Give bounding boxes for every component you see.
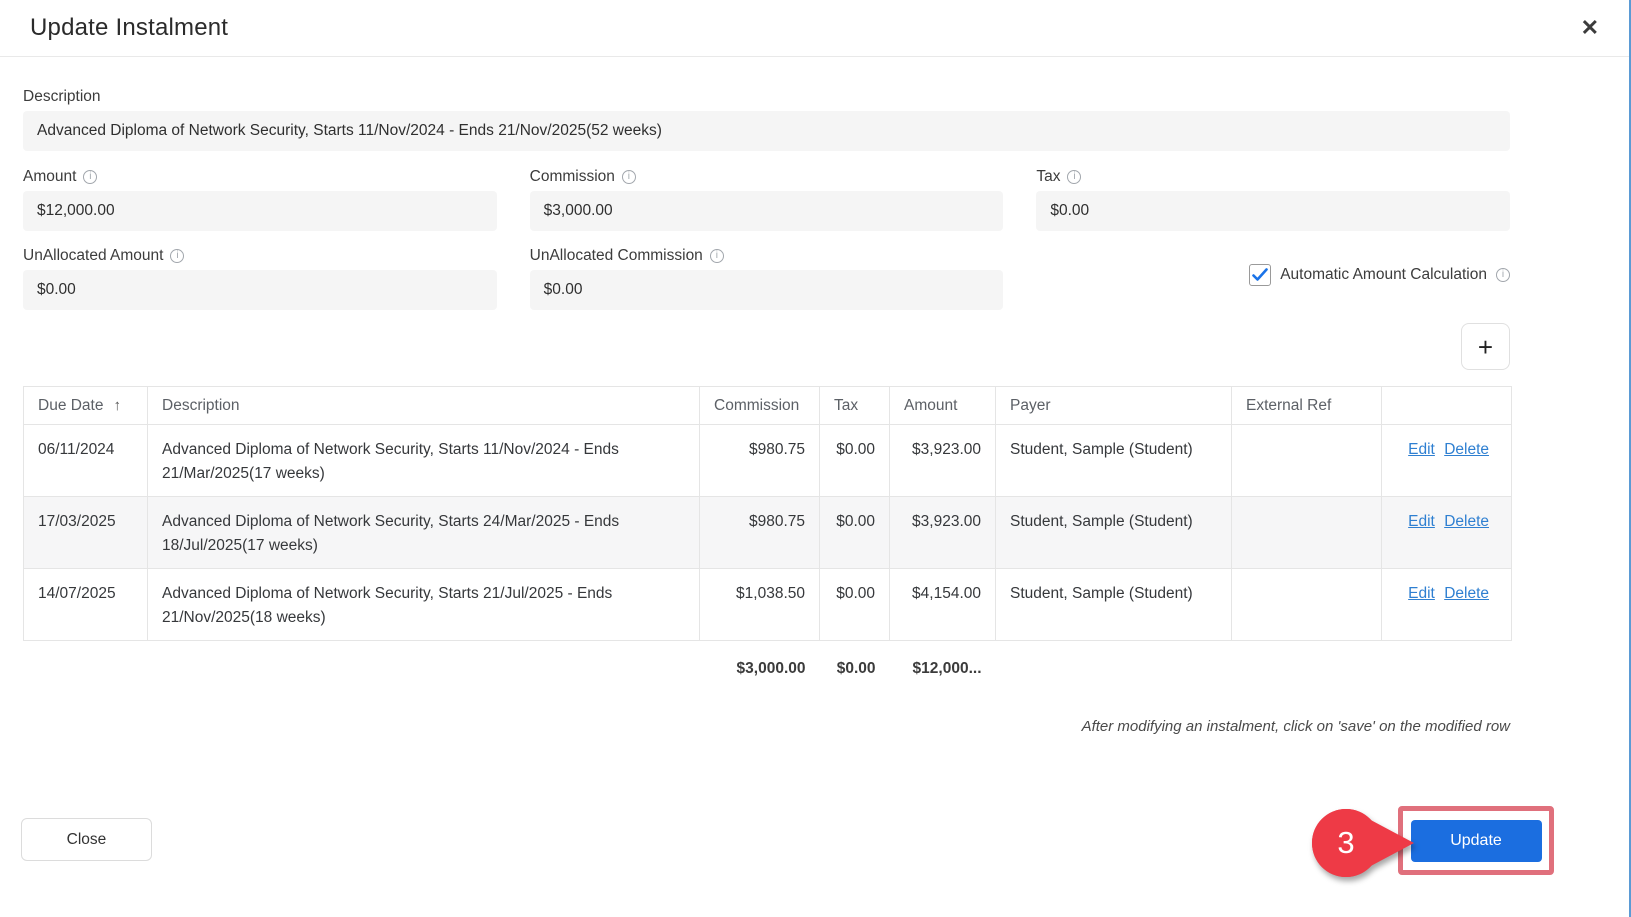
edit-link[interactable]: Edit (1408, 585, 1435, 602)
column-header-description[interactable]: Description (148, 387, 700, 425)
column-header-due-date[interactable]: Due Date↑ (24, 387, 148, 425)
total-tax: $0.00 (820, 641, 890, 701)
dialog-header: Update Instalment ✕ (0, 0, 1631, 57)
due-date-cell: 06/11/2024 (24, 425, 148, 497)
commission-field-group: Commission $3,000.00 (530, 168, 1004, 231)
info-icon (170, 249, 184, 263)
annotation-highlight-box: Update (1398, 806, 1554, 875)
amount-input[interactable]: $12,000.00 (23, 191, 497, 231)
column-header-commission[interactable]: Commission (700, 387, 820, 425)
add-instalment-button[interactable]: + (1461, 323, 1510, 370)
unallocated-amount-label: UnAllocated Amount (23, 247, 163, 265)
annotation-step-number: 3 (1311, 808, 1381, 878)
table-row: 06/11/2024 Advanced Diploma of Network S… (24, 425, 1512, 497)
info-icon (1496, 268, 1510, 282)
table-row: 17/03/2025 Advanced Diploma of Network S… (24, 497, 1512, 569)
tax-label: Tax (1036, 168, 1060, 186)
column-header-payer[interactable]: Payer (996, 387, 1232, 425)
column-header-actions (1382, 387, 1512, 425)
external-ref-cell (1232, 497, 1382, 569)
column-header-tax[interactable]: Tax (820, 387, 890, 425)
amount-field-group: Amount $12,000.00 (23, 168, 497, 231)
actions-cell: Edit Delete (1382, 497, 1512, 569)
info-icon (710, 249, 724, 263)
description-label: Description (23, 88, 101, 106)
commission-input[interactable]: $3,000.00 (530, 191, 1004, 231)
description-input[interactable]: Advanced Diploma of Network Security, St… (23, 111, 1510, 151)
delete-link[interactable]: Delete (1444, 585, 1489, 602)
delete-link[interactable]: Delete (1444, 513, 1489, 530)
table-row: 14/07/2025 Advanced Diploma of Network S… (24, 569, 1512, 641)
commission-cell: $980.75 (700, 497, 820, 569)
edit-link[interactable]: Edit (1408, 441, 1435, 458)
description-cell: Advanced Diploma of Network Security, St… (148, 425, 700, 497)
total-amount: $12,000... (890, 641, 996, 701)
instalments-table: Due Date↑ Description Commission Tax Amo… (23, 386, 1512, 701)
tax-cell: $0.00 (820, 569, 890, 641)
payer-cell: Student, Sample (Student) (996, 425, 1232, 497)
checkmark-icon (1252, 268, 1268, 282)
tax-input[interactable]: $0.00 (1036, 191, 1510, 231)
info-icon (622, 170, 636, 184)
unallocated-commission-label: UnAllocated Commission (530, 247, 703, 265)
automatic-amount-calculation-group: Automatic Amount Calculation (1036, 247, 1510, 310)
totals-row: $3,000.00 $0.00 $12,000... (24, 641, 1512, 701)
close-icon[interactable]: ✕ (1579, 15, 1601, 41)
table-header-row: Due Date↑ Description Commission Tax Amo… (24, 387, 1512, 425)
column-header-external-ref[interactable]: External Ref (1232, 387, 1382, 425)
commission-cell: $1,038.50 (700, 569, 820, 641)
amount-cell: $3,923.00 (890, 425, 996, 497)
save-hint-note: After modifying an instalment, click on … (23, 718, 1510, 735)
info-icon (1067, 170, 1081, 184)
edit-link[interactable]: Edit (1408, 513, 1435, 530)
delete-link[interactable]: Delete (1444, 441, 1489, 458)
due-date-cell: 14/07/2025 (24, 569, 148, 641)
description-cell: Advanced Diploma of Network Security, St… (148, 497, 700, 569)
column-header-amount[interactable]: Amount (890, 387, 996, 425)
automatic-amount-calculation-label: Automatic Amount Calculation (1280, 266, 1487, 284)
description-cell: Advanced Diploma of Network Security, St… (148, 569, 700, 641)
add-row: + (23, 323, 1510, 370)
close-button[interactable]: Close (21, 818, 152, 861)
unallocated-commission-field-group: UnAllocated Commission $0.00 (530, 247, 1004, 310)
sort-ascending-icon[interactable]: ↑ (113, 397, 121, 414)
update-instalment-dialog: Update Instalment ✕ Description Advanced… (0, 0, 1631, 917)
payer-cell: Student, Sample (Student) (996, 497, 1232, 569)
tax-cell: $0.00 (820, 425, 890, 497)
description-field-group: Description Advanced Diploma of Network … (23, 88, 1510, 151)
dialog-body: Description Advanced Diploma of Network … (23, 88, 1510, 735)
amount-cell: $3,923.00 (890, 497, 996, 569)
payer-cell: Student, Sample (Student) (996, 569, 1232, 641)
amounts-field-grid: Amount $12,000.00 Commission $3,000.00 T… (23, 168, 1510, 310)
tax-cell: $0.00 (820, 497, 890, 569)
unallocated-amount-field-group: UnAllocated Amount $0.00 (23, 247, 497, 310)
due-date-cell: 17/03/2025 (24, 497, 148, 569)
unallocated-commission-input[interactable]: $0.00 (530, 270, 1004, 310)
tax-field-group: Tax $0.00 (1036, 168, 1510, 231)
amount-label: Amount (23, 168, 76, 186)
update-button[interactable]: Update (1411, 820, 1542, 862)
external-ref-cell (1232, 569, 1382, 641)
actions-cell: Edit Delete (1382, 425, 1512, 497)
unallocated-amount-input[interactable]: $0.00 (23, 270, 497, 310)
external-ref-cell (1232, 425, 1382, 497)
commission-cell: $980.75 (700, 425, 820, 497)
info-icon (83, 170, 97, 184)
actions-cell: Edit Delete (1382, 569, 1512, 641)
automatic-amount-calculation-checkbox[interactable] (1249, 264, 1271, 286)
dialog-title: Update Instalment (30, 14, 1579, 42)
commission-label: Commission (530, 168, 615, 186)
total-commission: $3,000.00 (700, 641, 820, 701)
amount-cell: $4,154.00 (890, 569, 996, 641)
